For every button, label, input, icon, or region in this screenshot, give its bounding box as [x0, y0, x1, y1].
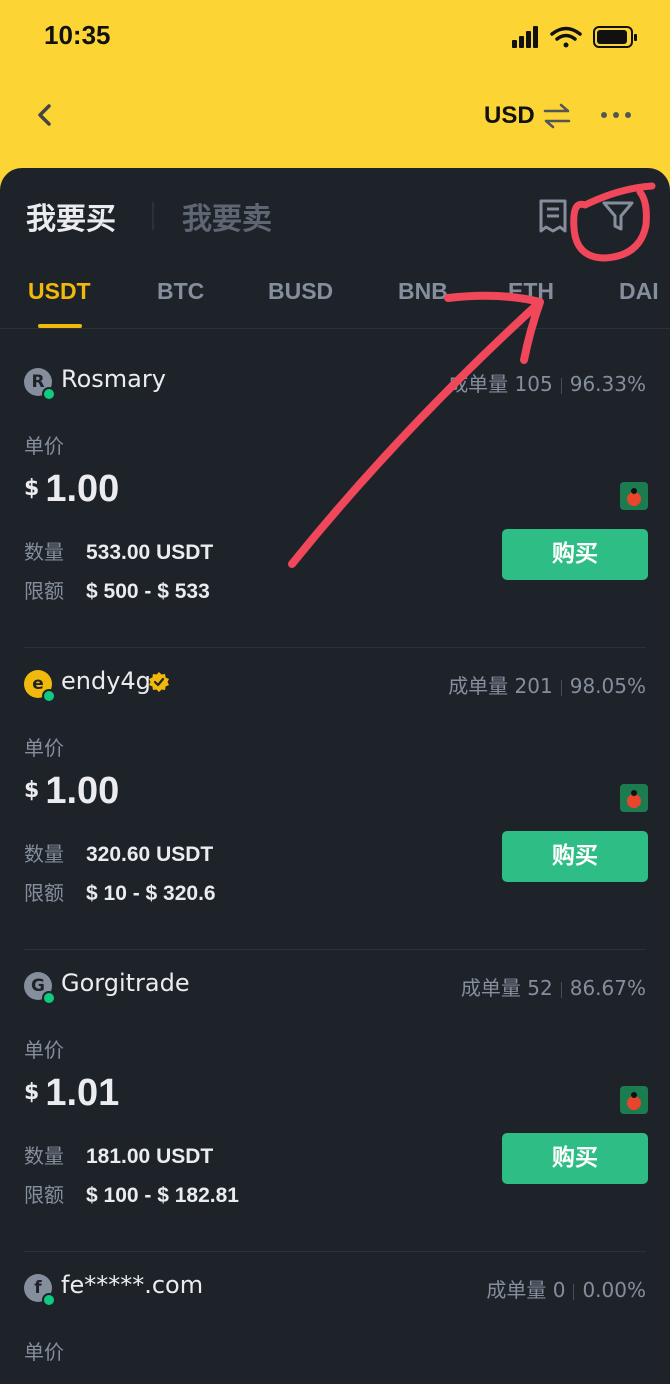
merchant-name[interactable]: fe*****.com	[61, 1271, 203, 1299]
quantity-value: 181.00 USDT	[86, 1145, 214, 1168]
quantity-row: 数量 320.60 USDT	[24, 838, 213, 867]
ad-card: R Rosmary 成单量 105 96.33% 单价 $1.00 数量 533.0…	[0, 346, 670, 648]
status-icons	[512, 26, 637, 48]
coin-tabs: USDT BTC BUSD BNB ETH DAI	[0, 268, 670, 328]
verified-badge-icon	[149, 672, 169, 692]
merchant-name[interactable]: Rosmary	[61, 365, 166, 393]
merchant-stats: 成单量 105 96.33%	[448, 368, 646, 397]
completion-rate: 96.33%	[569, 372, 646, 396]
online-dot	[42, 689, 56, 703]
buy-button[interactable]: 购买	[502, 1133, 648, 1184]
orders-label: 成单量	[448, 674, 509, 698]
quantity-label: 数量	[24, 1144, 64, 1168]
coin-tab-busd[interactable]: BUSD	[268, 278, 333, 305]
completion-rate: 98.05%	[569, 674, 646, 698]
orders-label: 成单量	[448, 372, 509, 396]
merchant-name[interactable]: Gorgitrade	[61, 969, 190, 997]
price-value: 1.00	[45, 468, 120, 510]
signal-icon	[512, 26, 538, 48]
chevron-left-icon[interactable]	[30, 98, 60, 132]
orders-document-icon[interactable]	[536, 198, 570, 234]
coin-tab-dai[interactable]: DAI	[619, 278, 659, 305]
status-bar: 10:35	[0, 0, 670, 72]
buy-button[interactable]: 购买	[502, 831, 648, 882]
unit-price-label: 单价	[24, 1038, 64, 1062]
tab-buy[interactable]: 我要买	[26, 194, 116, 238]
merchant-stats: 成单量 52 86.67%	[461, 972, 646, 1001]
status-time: 10:35	[44, 20, 111, 50]
quantity-value: 533.00 USDT	[86, 541, 214, 564]
tab-sell[interactable]: 我要卖	[182, 194, 272, 238]
wifi-icon	[550, 26, 582, 48]
online-dot	[42, 991, 56, 1005]
limit-value: $ 500 - $ 533	[86, 580, 210, 603]
currency-symbol: $	[24, 476, 40, 501]
payment-method-icon	[620, 482, 648, 510]
order-count: 105	[514, 372, 553, 396]
limit-label: 限额	[24, 579, 64, 603]
quantity-label: 数量	[24, 540, 64, 564]
merchant-stats: 成单量 0 0.00%	[486, 1274, 646, 1303]
tab-separator	[152, 202, 154, 230]
filter-funnel-icon[interactable]	[600, 198, 636, 234]
more-dots-icon[interactable]	[598, 102, 634, 128]
coin-tab-usdt[interactable]: USDT	[28, 278, 91, 305]
divider	[0, 328, 670, 329]
quantity-value: 320.60 USDT	[86, 843, 214, 866]
unit-price-label: 单价	[24, 736, 64, 760]
merchant-stats: 成单量 201 98.05%	[448, 670, 646, 699]
quantity-row: 数量 533.00 USDT	[24, 536, 213, 565]
swap-arrows-icon[interactable]	[541, 102, 573, 130]
online-dot	[42, 387, 56, 401]
buy-button[interactable]: 购买	[502, 529, 648, 580]
coin-tab-eth[interactable]: ETH	[508, 278, 554, 305]
price: $1.00	[24, 770, 119, 813]
completion-rate: 86.67%	[569, 976, 646, 1000]
order-count: 0	[552, 1278, 566, 1302]
limit-label: 限额	[24, 1183, 64, 1207]
ad-card: G Gorgitrade 成单量 52 86.67% 单价 $1.01 数量 181…	[0, 950, 670, 1252]
limit-label: 限额	[24, 881, 64, 905]
coin-tab-btc[interactable]: BTC	[157, 278, 204, 305]
unit-price-label: 单价	[24, 434, 64, 458]
merchant-name[interactable]: endy4g	[61, 667, 151, 695]
currency-symbol: $	[24, 1080, 40, 1105]
online-dot	[42, 1293, 56, 1307]
currency-symbol: $	[24, 778, 40, 803]
limit-row: 限额 $ 500 - $ 533	[24, 575, 210, 604]
order-count: 201	[514, 674, 553, 698]
limit-row: 限额 $ 100 - $ 182.81	[24, 1179, 239, 1208]
price-value: 1.01	[45, 1072, 120, 1114]
ad-card: e endy4g 成单量 201 98.05% 单价 $1.00 数量 320.60…	[0, 648, 670, 950]
p2p-panel: 我要买 我要卖 USDT BTC BUSD BNB ETH DAI R Rosm…	[0, 168, 670, 1384]
quantity-row: 数量 181.00 USDT	[24, 1140, 213, 1169]
price: $1.00	[24, 468, 119, 511]
completion-rate: 0.00%	[582, 1278, 646, 1302]
payment-method-icon	[620, 1086, 648, 1114]
price-value: 1.00	[45, 770, 120, 812]
limit-row: 限额 $ 10 - $ 320.6	[24, 877, 216, 906]
order-count: 52	[527, 976, 553, 1000]
unit-price-label: 单价	[24, 1340, 64, 1364]
coin-tab-bnb[interactable]: BNB	[398, 278, 448, 305]
orders-label: 成单量	[486, 1278, 547, 1302]
nav-bar: USD	[0, 80, 670, 150]
price: $1.01	[24, 1072, 119, 1115]
fiat-currency-selector[interactable]: USD	[484, 102, 535, 130]
battery-icon	[593, 26, 637, 48]
limit-value: $ 10 - $ 320.6	[86, 882, 216, 905]
orders-label: 成单量	[460, 976, 521, 1000]
limit-value: $ 100 - $ 182.81	[86, 1184, 239, 1207]
quantity-label: 数量	[24, 842, 64, 866]
ad-card: f fe*****.com 成单量 0 0.00% 单价	[0, 1252, 670, 1384]
payment-method-icon	[620, 784, 648, 812]
